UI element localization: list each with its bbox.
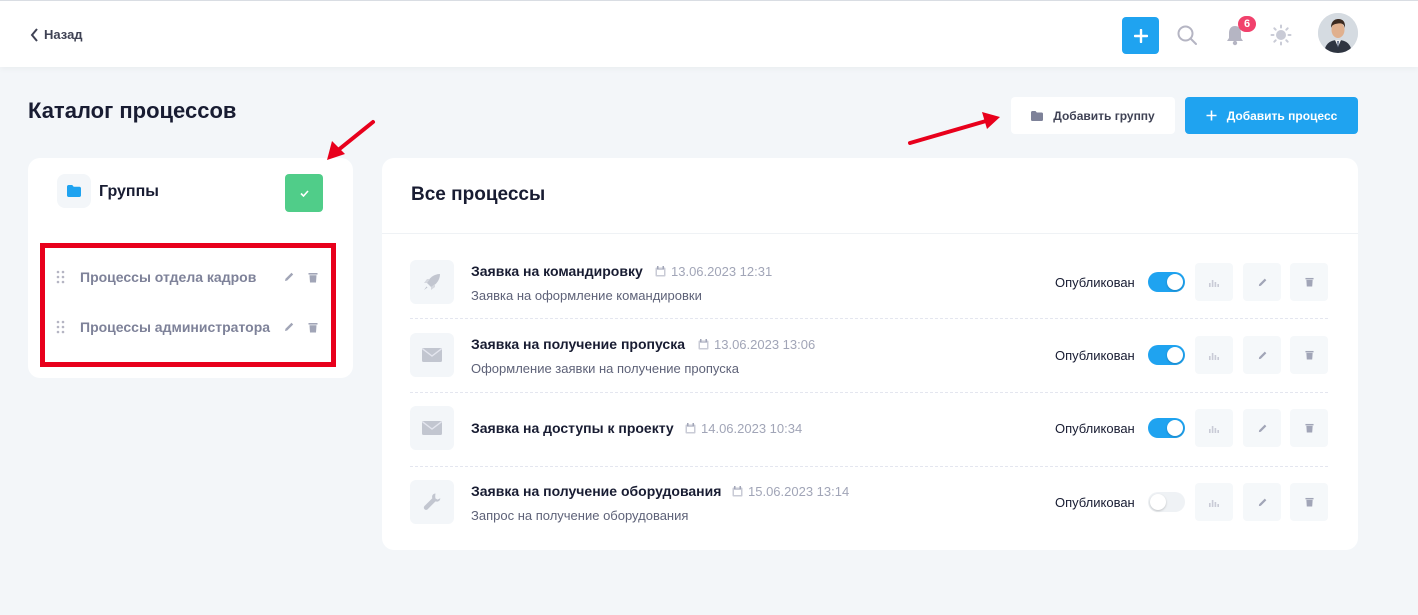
annotation-arrow: [327, 120, 375, 160]
trash-icon: [1304, 350, 1314, 360]
process-date: 13.06.2023 12:31: [655, 264, 772, 279]
envelope-icon: [422, 348, 442, 362]
process-row: Заявка на командировку 13.06.2023 12:31 …: [410, 245, 1328, 319]
publish-toggle[interactable]: [1148, 492, 1185, 512]
add-group-button[interactable]: Добавить группу: [1011, 97, 1175, 134]
bar-chart-icon: [1209, 499, 1219, 507]
process-row: Заявка на получение пропуска 13.06.2023 …: [410, 319, 1328, 393]
process-icon-box: [410, 406, 454, 450]
delete-button[interactable]: [1290, 336, 1328, 374]
stats-button[interactable]: [1195, 409, 1233, 447]
trash-icon: [1304, 277, 1314, 287]
plus-icon: [1206, 110, 1217, 121]
trash-icon: [1304, 423, 1314, 433]
process-date-text: 15.06.2023 13:14: [748, 484, 850, 499]
sun-icon: [1270, 24, 1292, 46]
edit-icon: [1258, 498, 1266, 506]
avatar-image: [1318, 13, 1358, 53]
status-label: Опубликован: [1055, 275, 1135, 290]
top-header: Назад 6: [0, 0, 1418, 67]
process-name[interactable]: Заявка на получение пропуска: [471, 336, 685, 352]
process-row: Заявка на получение оборудования 15.06.2…: [410, 467, 1328, 541]
status-label: Опубликован: [1055, 421, 1135, 436]
process-description: Заявка на оформление командировки: [471, 288, 702, 303]
plus-icon: [1133, 28, 1148, 43]
process-name[interactable]: Заявка на доступы к проекту: [471, 420, 674, 436]
processes-panel: Все процессы Заявка на командировку 13.0…: [382, 158, 1358, 550]
processes-title: Все процессы: [411, 184, 546, 205]
delete-button[interactable]: [1290, 409, 1328, 447]
rocket-icon: [424, 274, 440, 290]
folder-icon: [1031, 110, 1044, 121]
delete-button[interactable]: [1290, 483, 1328, 521]
folder-icon: [67, 185, 81, 197]
groups-title: Группы: [99, 183, 159, 200]
process-name[interactable]: Заявка на командировку: [471, 263, 643, 279]
process-date-text: 13.06.2023 12:31: [671, 264, 773, 279]
calendar-icon: [732, 486, 743, 497]
back-label: Назад: [44, 27, 83, 42]
process-date: 15.06.2023 13:14: [732, 484, 849, 499]
stats-button[interactable]: [1195, 336, 1233, 374]
process-icon-box: [410, 480, 454, 524]
add-group-label: Добавить группу: [1053, 108, 1155, 123]
process-date-text: 13.06.2023 13:06: [714, 337, 816, 352]
page-title: Каталог процессов: [28, 98, 237, 123]
bar-chart-icon: [1209, 425, 1219, 433]
wrench-icon: [423, 493, 441, 510]
search-button[interactable]: [1175, 23, 1199, 47]
bar-chart-icon: [1209, 352, 1219, 360]
theme-button[interactable]: [1269, 23, 1293, 47]
edit-button[interactable]: [1243, 409, 1281, 447]
status-label: Опубликован: [1055, 495, 1135, 510]
publish-toggle[interactable]: [1148, 272, 1185, 292]
edit-icon: [1258, 424, 1266, 432]
process-date: 14.06.2023 10:34: [685, 421, 802, 436]
delete-button[interactable]: [1290, 263, 1328, 301]
process-description: Оформление заявки на получение пропуска: [471, 361, 739, 376]
edit-icon: [1258, 351, 1266, 359]
chevron-left-icon: [30, 27, 38, 42]
divider: [382, 233, 1358, 234]
groups-folder-badge: [57, 174, 91, 208]
user-avatar[interactable]: [1318, 13, 1358, 53]
check-icon: [299, 189, 309, 197]
back-link[interactable]: Назад: [30, 27, 83, 42]
search-icon: [1177, 25, 1197, 45]
add-process-label: Добавить процесс: [1226, 108, 1338, 123]
edit-button[interactable]: [1243, 263, 1281, 301]
process-date: 13.06.2023 13:06: [698, 337, 815, 352]
process-date-text: 14.06.2023 10:34: [701, 421, 803, 436]
bar-chart-icon: [1209, 279, 1219, 287]
publish-toggle[interactable]: [1148, 418, 1185, 438]
envelope-icon: [422, 421, 442, 435]
notifications-badge: 6: [1238, 16, 1256, 32]
edit-button[interactable]: [1243, 483, 1281, 521]
stats-button[interactable]: [1195, 483, 1233, 521]
save-groups-button[interactable]: [285, 174, 323, 212]
edit-button[interactable]: [1243, 336, 1281, 374]
calendar-icon: [685, 423, 696, 434]
stats-button[interactable]: [1195, 263, 1233, 301]
add-process-button[interactable]: Добавить процесс: [1185, 97, 1358, 134]
calendar-icon: [698, 339, 709, 350]
process-description: Запрос на получение оборудования: [471, 508, 689, 523]
trash-icon: [1304, 497, 1314, 507]
header-add-button[interactable]: [1122, 17, 1159, 54]
calendar-icon: [655, 266, 666, 277]
annotation-arrow: [908, 112, 1000, 145]
process-row: Заявка на доступы к проекту 14.06.2023 1…: [410, 393, 1328, 467]
status-label: Опубликован: [1055, 348, 1135, 363]
process-name[interactable]: Заявка на получение оборудования: [471, 483, 721, 499]
process-icon-box: [410, 260, 454, 304]
publish-toggle[interactable]: [1148, 345, 1185, 365]
annotation-highlight-box: [40, 243, 336, 367]
edit-icon: [1258, 278, 1266, 286]
process-icon-box: [410, 333, 454, 377]
